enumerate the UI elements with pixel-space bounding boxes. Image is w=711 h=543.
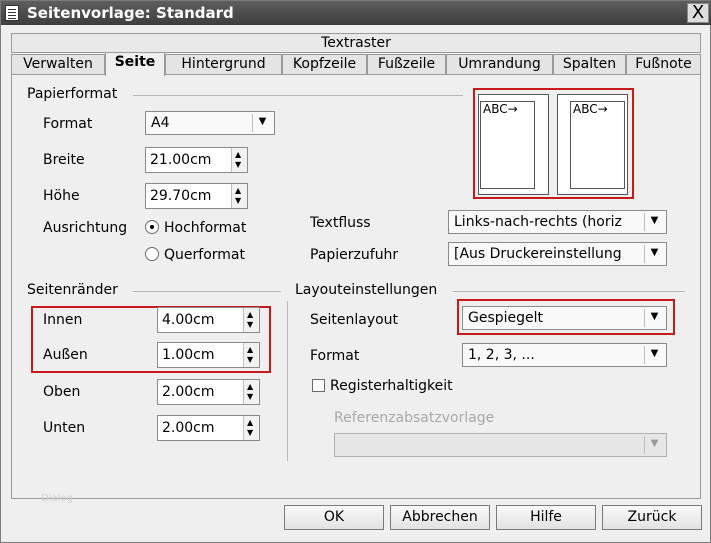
tab-fussnote[interactable]: Fußnote [626, 54, 701, 75]
dropdown-arrow-icon: ▼ [644, 213, 664, 231]
layout-heading: Layouteinstellungen [295, 282, 438, 298]
hochformat-label[interactable]: Hochformat [164, 220, 246, 236]
registerhaltigkeit-label[interactable]: Registerhaltigkeit [330, 378, 453, 394]
ok-button[interactable]: OK [284, 505, 384, 530]
unten-field[interactable]: 2.00cm ▲ ▼ [157, 415, 260, 441]
oben-label: Oben [43, 384, 81, 400]
querformat-radio[interactable] [145, 247, 159, 261]
title-bar: Seitenvorlage: Standard X [1, 1, 711, 25]
innen-value: 4.00cm [162, 312, 215, 328]
ausrichtung-label: Ausrichtung [43, 220, 128, 236]
tab-verwalten[interactable]: Verwalten [11, 54, 105, 75]
section-divider [453, 291, 685, 292]
seitenlayout-label: Seitenlayout [310, 312, 399, 328]
dropdown-arrow-icon: ▼ [644, 436, 664, 454]
hoehe-label: Höhe [43, 188, 80, 204]
breite-value: 21.00cm [150, 152, 212, 168]
tab-bar: Verwalten Seite Hintergrund Kopfzeile Fu… [11, 52, 701, 76]
spin-buttons[interactable]: ▲ ▼ [231, 148, 247, 172]
spin-buttons[interactable]: ▲ ▼ [243, 343, 259, 367]
spin-buttons[interactable]: ▲ ▼ [243, 416, 259, 440]
spin-buttons[interactable]: ▲ ▼ [243, 308, 259, 332]
referenz-select[interactable]: ▼ [334, 433, 667, 457]
aussen-value: 1.00cm [162, 347, 215, 363]
tab-spalten[interactable]: Spalten [553, 54, 626, 75]
hochformat-radio[interactable] [145, 220, 159, 234]
numbering-format-select[interactable]: 1, 2, 3, ... ▼ [462, 343, 667, 367]
textfluss-select[interactable]: Links-nach-rechts (horiz ▼ [448, 210, 667, 234]
innen-field[interactable]: 4.00cm ▲ ▼ [157, 307, 260, 333]
oben-field[interactable]: 2.00cm ▲ ▼ [157, 379, 260, 405]
papierformat-heading: Papierformat [27, 86, 118, 102]
dropdown-arrow-icon: ▼ [644, 346, 664, 364]
section-divider-vertical [287, 301, 288, 461]
spin-buttons[interactable]: ▲ ▼ [231, 184, 247, 208]
aussen-label: Außen [43, 347, 88, 363]
breite-label: Breite [43, 152, 85, 168]
section-divider [133, 291, 281, 292]
seitenlayout-select-value: Gespiegelt [468, 310, 544, 326]
seitenlayout-select[interactable]: Gespiegelt ▼ [462, 306, 667, 330]
dropdown-arrow-icon: ▼ [644, 245, 664, 263]
format-select[interactable]: A4 ▼ [145, 111, 275, 135]
layout-format-label: Format [310, 348, 360, 364]
section-divider [133, 95, 463, 96]
hilfe-button[interactable]: Hilfe [496, 505, 596, 530]
papierzufuhr-select-value: [Aus Druckereinstellung [454, 246, 622, 262]
aussen-field[interactable]: 1.00cm ▲ ▼ [157, 342, 260, 368]
querformat-label[interactable]: Querformat [164, 247, 245, 263]
unten-value: 2.00cm [162, 420, 215, 436]
tab-kopfzeile[interactable]: Kopfzeile [282, 54, 367, 75]
zurueck-button[interactable]: Zurück [602, 505, 702, 530]
breite-field[interactable]: 21.00cm ▲ ▼ [145, 147, 248, 173]
tab-seite[interactable]: Seite [105, 52, 165, 76]
page-preview-right-body: ABC→ [570, 101, 625, 189]
referenz-label: Referenzabsatzvorlage [334, 410, 495, 426]
close-button[interactable]: X [687, 3, 709, 23]
spin-buttons[interactable]: ▲ ▼ [243, 380, 259, 404]
papierzufuhr-label: Papierzufuhr [310, 247, 399, 263]
dialog-window: Seitenvorlage: Standard X Textraster Ver… [0, 0, 711, 543]
dropdown-arrow-icon: ▼ [252, 114, 272, 132]
tab-hintergrund[interactable]: Hintergrund [165, 54, 282, 75]
dropdown-arrow-icon: ▼ [644, 309, 664, 327]
papierzufuhr-select[interactable]: [Aus Druckereinstellung ▼ [448, 242, 667, 266]
hoehe-value: 29.70cm [150, 188, 212, 204]
page-preview-left-body: ABC→ [480, 101, 535, 189]
hoehe-field[interactable]: 29.70cm ▲ ▼ [145, 183, 248, 209]
oben-value: 2.00cm [162, 384, 215, 400]
textfluss-select-value: Links-nach-rechts (horiz [454, 214, 622, 230]
document-icon [5, 5, 19, 21]
tab-textraster[interactable]: Textraster [11, 33, 701, 53]
tab-umrandung[interactable]: Umrandung [446, 54, 553, 75]
textfluss-label: Textfluss [310, 215, 371, 231]
tab-fusszeile[interactable]: Fußzeile [367, 54, 446, 75]
window-title: Seitenvorlage: Standard [27, 4, 234, 22]
faint-watermark-text: Dialog [41, 493, 73, 504]
registerhaltigkeit-checkbox[interactable] [312, 379, 325, 392]
format-select-value: A4 [151, 115, 170, 131]
innen-label: Innen [43, 312, 83, 328]
unten-label: Unten [43, 420, 86, 436]
numbering-format-value: 1, 2, 3, ... [468, 347, 535, 363]
abbrechen-button[interactable]: Abbrechen [390, 505, 490, 530]
seitenraender-heading: Seitenränder [27, 282, 118, 298]
format-label: Format [43, 116, 93, 132]
